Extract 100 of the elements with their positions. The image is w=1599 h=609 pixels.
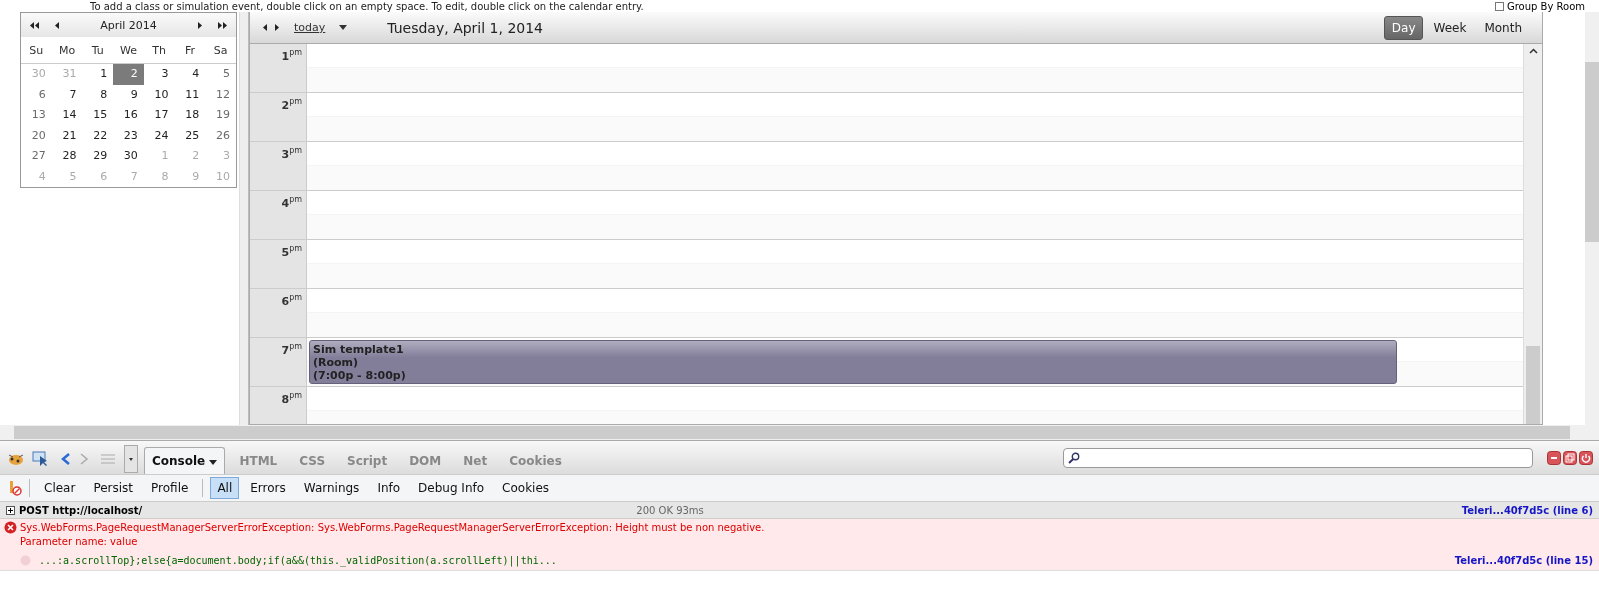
weekday-label: We [119, 43, 138, 57]
scrollbar[interactable] [1523, 44, 1542, 424]
weekday-label: Mo [57, 43, 77, 57]
calendar-day[interactable]: 20 [21, 125, 52, 146]
calendar-day[interactable]: 15 [82, 105, 114, 126]
group-by-checkbox[interactable] [1494, 2, 1504, 11]
double-left-arrow-icon[interactable] [29, 20, 40, 30]
dropdown-caret-icon [209, 460, 218, 465]
list-icon[interactable] [100, 453, 116, 465]
hour-label: 5$^{pm}$ [250, 240, 307, 288]
console-command[interactable]: Persist [86, 477, 141, 499]
calendar-day[interactable]: 16 [113, 105, 144, 126]
scroll-up-icon[interactable] [1528, 48, 1538, 54]
power-icon[interactable] [1579, 450, 1593, 465]
hour-label: 7$^{pm}$ [250, 338, 307, 386]
right-arrow-icon[interactable] [274, 23, 280, 32]
page-scrollbar[interactable] [1585, 12, 1599, 425]
console-command[interactable]: Profile [144, 477, 196, 499]
hour-label: 8$^{pm}$ [250, 387, 307, 424]
calendar-day[interactable]: 5 [205, 64, 236, 85]
calendar-day[interactable]: 19 [205, 105, 236, 126]
calendar-day[interactable]: 28 [51, 146, 83, 167]
console-command[interactable]: Clear [37, 477, 83, 499]
calendar-day[interactable]: 8 [82, 84, 114, 105]
calendar-day[interactable]: 27 [21, 146, 52, 167]
hour-label: 2$^{pm}$ [250, 93, 307, 141]
error-icon [4, 521, 17, 534]
calendar-day[interactable]: 13 [21, 105, 52, 126]
calendar-day[interactable]: 26 [205, 125, 236, 146]
filter-tab[interactable]: Warnings [296, 477, 367, 499]
left-arrow-icon[interactable] [262, 23, 268, 32]
scroll-thumb[interactable] [1585, 62, 1599, 242]
calendar-day[interactable]: 25 [174, 125, 206, 146]
error-detail: Parameter name: value [20, 535, 139, 549]
back-icon[interactable] [60, 452, 72, 466]
calendar-day[interactable]: 14 [51, 105, 83, 126]
scroll-thumb[interactable] [1526, 346, 1540, 424]
today-link[interactable]: today [290, 21, 330, 34]
calendar-day[interactable]: 12 [205, 84, 236, 105]
horizontal-scrollbar[interactable] [0, 425, 1599, 440]
calendar-day[interactable]: 22 [82, 125, 114, 146]
dropdown-caret-icon[interactable] [339, 25, 348, 30]
double-right-arrow-icon[interactable] [217, 20, 228, 30]
calendar-day[interactable]: 10 [143, 84, 175, 105]
calendar-day[interactable]: 24 [143, 125, 175, 146]
filter-tab[interactable]: Cookies [495, 477, 557, 499]
calendar-day[interactable]: 9 [113, 84, 144, 105]
request-url: POST http://localhost/ [19, 504, 143, 516]
expand-icon[interactable] [6, 505, 15, 515]
restore-icon[interactable] [1563, 450, 1577, 465]
instruction-text: To add a class or simulation event, double click on an empty space. To edit, double click on the calendar entry. [90, 1, 644, 12]
clear-console-icon[interactable] [8, 480, 22, 496]
scroll-thumb[interactable] [14, 426, 1570, 439]
view-tab[interactable]: Day [1383, 15, 1424, 40]
date-title: Tuesday, April 1, 2014 [387, 19, 544, 36]
filter-tab[interactable]: Debug Info [411, 477, 492, 499]
forward-icon[interactable] [78, 452, 90, 466]
calendar-day[interactable]: 7 [51, 84, 83, 105]
splitter-bar[interactable] [240, 12, 249, 425]
weekday-label: Tu [90, 43, 105, 57]
calendar-day[interactable]: 4 [174, 64, 206, 85]
calendar-day[interactable]: 3 [143, 64, 175, 85]
calendar-day[interactable]: 6 [21, 84, 52, 105]
calendar-day[interactable]: 21 [51, 125, 83, 146]
calendar-day[interactable]: 18 [174, 105, 206, 126]
event-time: (7:00p - 8:00p) [313, 369, 407, 382]
hour-label: 4$^{pm}$ [250, 191, 307, 239]
filter-tab[interactable]: Info [370, 477, 408, 499]
left-arrow-icon[interactable] [54, 20, 60, 30]
hour-label: 1$^{pm}$ [250, 44, 307, 92]
event-title: Sim template1 [313, 343, 405, 356]
source-link[interactable]: Teleri...40f7d5c (line 15) [1454, 555, 1593, 566]
filter-tab[interactable]: Errors [243, 477, 293, 499]
minimize-icon[interactable] [1547, 450, 1561, 465]
weekday-label: Sa [212, 43, 229, 57]
calendar-day[interactable]: 11 [174, 84, 206, 105]
response-status: 200 OK 93ms [636, 504, 704, 516]
search-field[interactable] [1063, 447, 1533, 468]
calendar-day[interactable]: 1 [82, 64, 114, 85]
hour-label: 6$^{pm}$ [250, 289, 307, 337]
calendar-day[interactable]: 23 [113, 125, 144, 146]
panel-tab[interactable]: Console [144, 447, 226, 474]
weekday-label: Su [28, 43, 45, 57]
calendar-day[interactable]: 2 [113, 64, 144, 85]
filter-tab[interactable]: All [210, 477, 240, 499]
checkbox-label: Group By Room [1506, 1, 1585, 12]
calendar-day[interactable]: 30 [113, 146, 144, 167]
view-tab[interactable]: Week [1425, 15, 1475, 40]
weekday-label: Th [151, 43, 168, 57]
calendar-event[interactable]: Sim template1 (Room) (7:00p - 8:00p) [309, 340, 1397, 384]
source-link[interactable]: Teleri...40f7d5c (line 6) [1461, 504, 1593, 516]
view-tab[interactable]: Month [1476, 15, 1530, 40]
code-line: ...:a.scrollTop};else{a=document.body;if(a&&(this._validPosition(a.scrollLeft)||thi... [39, 555, 557, 566]
right-arrow-icon[interactable] [197, 20, 203, 30]
calendar-day[interactable]: 17 [143, 105, 175, 126]
weekday-label: Fr [183, 43, 196, 57]
month-title: April 2014 [100, 18, 157, 32]
calendar-day[interactable]: 29 [82, 146, 114, 167]
time-slot[interactable]: Sim template1 (Room) (7:00p - 8:00p) [307, 338, 1523, 386]
event-room: (Room) [313, 356, 360, 369]
